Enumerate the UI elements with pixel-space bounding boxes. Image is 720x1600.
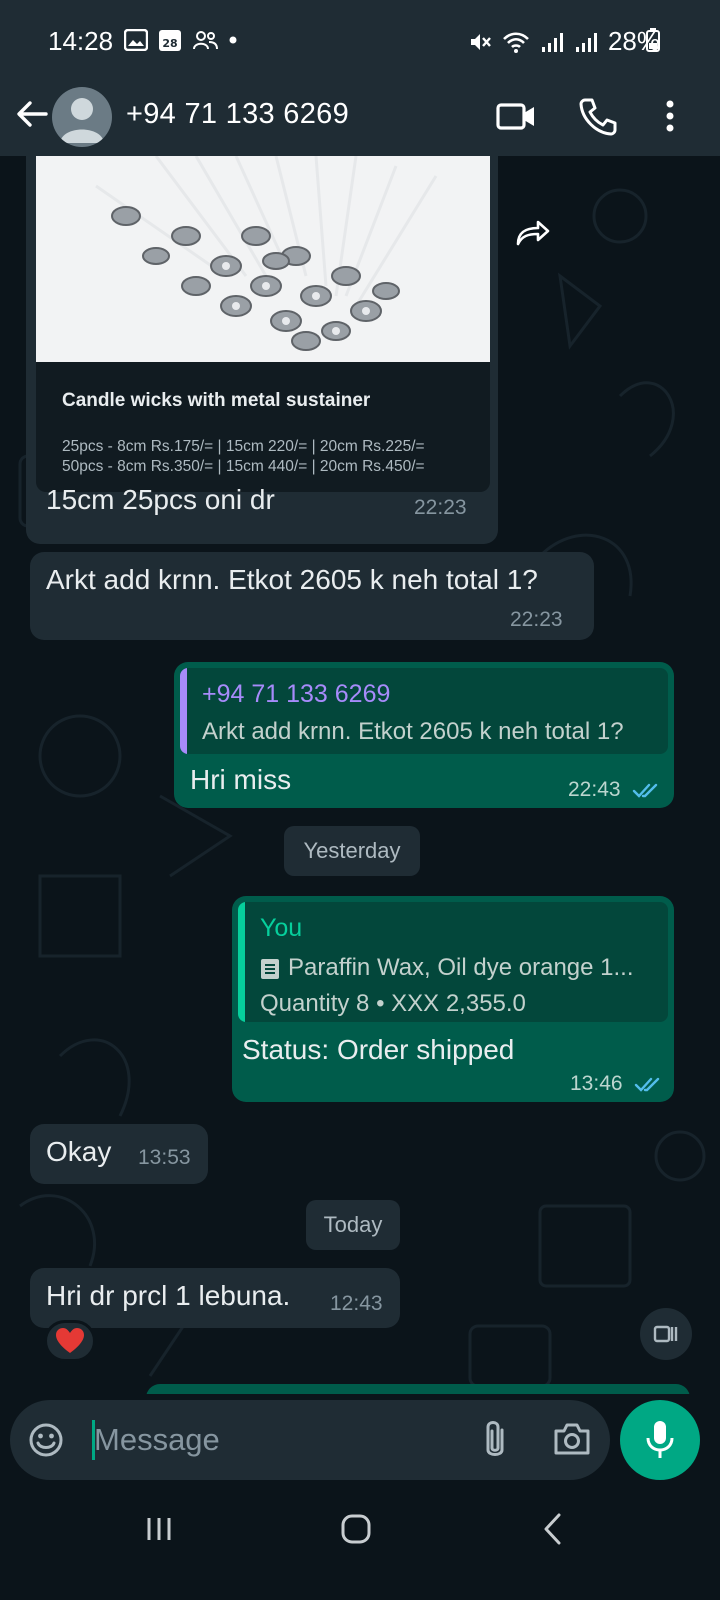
product-price-line-2: 50pcs - 8cm Rs.350/= | 15cm 440/= | 20cm… xyxy=(62,458,425,475)
mic-icon xyxy=(646,1421,674,1458)
dot-icon xyxy=(229,36,237,44)
quote-text: Arkt add krnn. Etkot 2605 k neh total 1? xyxy=(202,718,624,745)
system-navigation-bar xyxy=(0,1490,720,1600)
svg-text:28: 28 xyxy=(162,37,177,50)
reading-mode-icon xyxy=(653,1325,678,1343)
battery-icon xyxy=(646,28,660,52)
product-image[interactable] xyxy=(36,156,490,362)
message-input-box[interactable]: Message xyxy=(10,1400,610,1480)
recent-apps-icon[interactable] xyxy=(144,1514,174,1544)
date-separator: Yesterday xyxy=(284,826,420,876)
attach-icon[interactable] xyxy=(480,1418,510,1462)
chat-header: +94 71 133 6269 xyxy=(0,80,720,156)
quoted-message[interactable]: +94 71 133 6269 Arkt add krnn. Etkot 260… xyxy=(180,668,668,754)
contact-name[interactable]: +94 71 133 6269 xyxy=(126,98,349,131)
signal-icon-2 xyxy=(575,32,597,52)
more-vert-icon[interactable] xyxy=(648,94,692,138)
quote-author: +94 71 133 6269 xyxy=(202,680,391,708)
message-time: 13:53 xyxy=(138,1146,191,1169)
outgoing-reply-message[interactable]: +94 71 133 6269 Arkt add krnn. Etkot 260… xyxy=(174,662,674,808)
product-title: Candle wicks with metal sustainer xyxy=(62,390,371,411)
status-notification-icons: 28 xyxy=(124,28,238,52)
catalog-icon xyxy=(261,959,279,979)
home-icon[interactable] xyxy=(340,1514,372,1544)
date-separator: Today xyxy=(306,1200,400,1250)
chat-area[interactable]: Candle wicks with metal sustainer 25pcs … xyxy=(0,156,720,1412)
order-summary: Quantity 8 • XXX 2,355.0 xyxy=(260,990,526,1017)
status-system-icons: 28% xyxy=(468,26,660,57)
incoming-product-message[interactable]: Candle wicks with metal sustainer 25pcs … xyxy=(26,156,498,544)
composer: Message xyxy=(0,1394,720,1490)
voice-message-button[interactable] xyxy=(620,1400,700,1480)
group-icon xyxy=(193,31,218,50)
emoji-icon[interactable] xyxy=(28,1422,64,1458)
product-price-line-1: 25pcs - 8cm Rs.175/= | 15cm 220/= | 20cm… xyxy=(62,438,425,455)
incoming-message[interactable]: Hri dr prcl 1 lebuna. 12:43 xyxy=(30,1268,400,1328)
message-text: Arkt add krnn. Etkot 2605 k neh total 1? xyxy=(46,564,538,595)
message-time: 22:43 xyxy=(568,778,621,801)
camera-icon[interactable] xyxy=(552,1420,592,1458)
nav-back-icon[interactable] xyxy=(540,1512,564,1546)
quote-bar xyxy=(180,668,187,754)
avatar-icon xyxy=(60,98,104,143)
incoming-message[interactable]: Arkt add krnn. Etkot 2605 k neh total 1?… xyxy=(30,552,594,640)
message-text: Hri miss xyxy=(190,764,292,795)
message-time: 12:43 xyxy=(330,1292,383,1315)
status-bar: 14:28 28 28% xyxy=(0,0,720,80)
read-receipt-icon xyxy=(634,1077,660,1092)
read-receipt-icon xyxy=(632,783,658,798)
phone-icon[interactable] xyxy=(576,94,620,138)
scroll-to-bottom-button[interactable] xyxy=(640,1308,692,1360)
status-time: 14:28 xyxy=(48,26,114,56)
message-text: Status: Order shipped xyxy=(242,1034,515,1065)
message-text: Hri dr prcl 1 lebuna. xyxy=(46,1280,291,1311)
mute-icon xyxy=(470,33,491,50)
outgoing-order-message[interactable]: You Paraffin Wax, Oil dye orange 1... Qu… xyxy=(232,896,674,1102)
forward-icon[interactable] xyxy=(514,218,552,248)
order-details[interactable]: You Paraffin Wax, Oil dye orange 1... Qu… xyxy=(238,902,668,1022)
message-time: 13:46 xyxy=(570,1072,623,1095)
reaction[interactable] xyxy=(44,1320,96,1362)
product-card[interactable]: Candle wicks with metal sustainer 25pcs … xyxy=(36,156,490,492)
wifi-icon xyxy=(503,31,529,53)
calendar-icon: 28 xyxy=(159,30,181,51)
order-items: Paraffin Wax, Oil dye orange 1... xyxy=(288,954,634,981)
heart-icon xyxy=(56,1328,84,1353)
video-call-icon[interactable] xyxy=(494,94,538,138)
message-time: 22:23 xyxy=(510,608,563,631)
quote-bar xyxy=(238,902,245,1022)
message-input[interactable]: Message xyxy=(94,1422,220,1458)
message-text: 15cm 25pcs oni dr xyxy=(46,484,275,515)
message-text: Okay xyxy=(46,1136,112,1167)
message-time: 22:23 xyxy=(414,496,467,519)
avatar[interactable] xyxy=(52,87,112,147)
signal-icon xyxy=(541,32,563,52)
incoming-message[interactable]: Okay 13:53 xyxy=(30,1124,208,1184)
quote-author: You xyxy=(260,914,303,942)
candle-wicks-image xyxy=(95,156,438,351)
back-arrow-icon[interactable] xyxy=(12,94,52,134)
gallery-icon xyxy=(124,29,148,51)
